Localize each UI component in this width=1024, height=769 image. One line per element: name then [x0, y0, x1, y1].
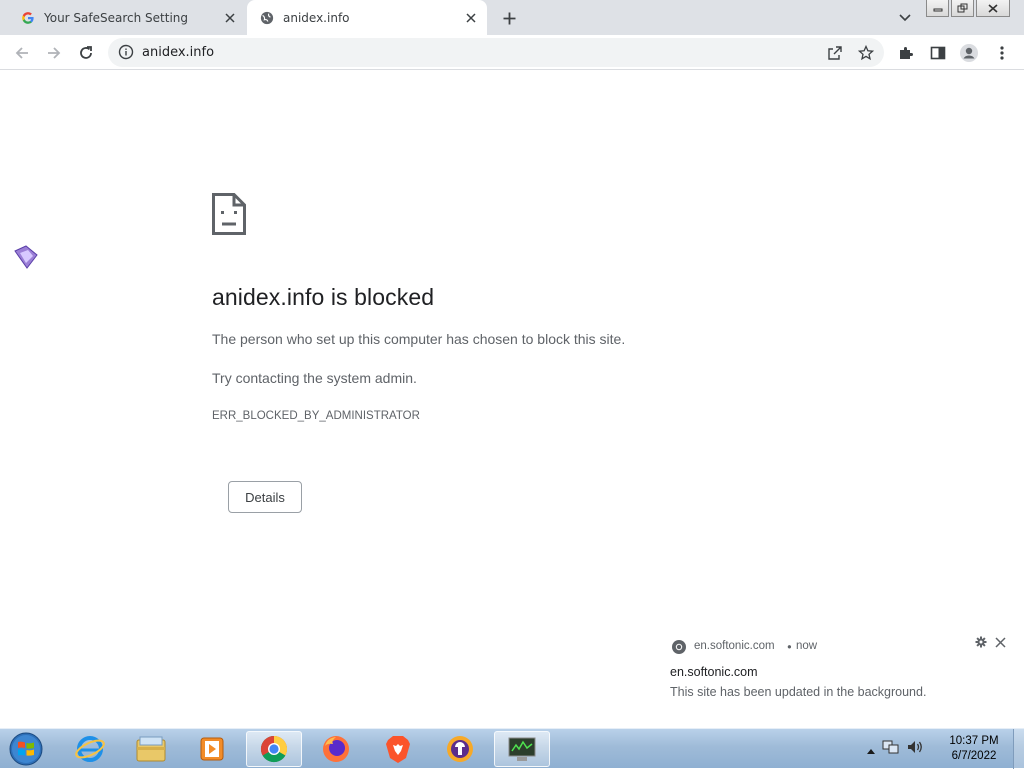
chrome-small-icon: [671, 639, 687, 655]
close-icon[interactable]: [995, 633, 1009, 648]
clock-date: 6/7/2022: [951, 750, 997, 762]
system-monitor-icon[interactable]: [494, 731, 550, 767]
error-message: The person who set up this computer has …: [212, 331, 626, 347]
url-text: anidex.info: [142, 45, 215, 60]
globe-icon: [259, 10, 275, 26]
close-tab-icon[interactable]: [461, 8, 481, 28]
error-title: anidex.info is blocked: [212, 284, 435, 310]
notification-body: This site has been updated in the backgr…: [670, 685, 927, 699]
notification-toast[interactable]: en.softonic.com • now en.softonic.com Th…: [656, 630, 1022, 726]
volume-icon[interactable]: [906, 739, 924, 759]
new-tab-button[interactable]: [497, 7, 521, 29]
network-icon[interactable]: [882, 739, 900, 759]
desktop-gadget-icon: [14, 245, 38, 269]
taskbar-clock[interactable]: 10:37 PM 6/7/2022: [944, 734, 1004, 764]
bookmark-star-icon[interactable]: [855, 42, 877, 64]
gear-icon[interactable]: [975, 633, 989, 648]
address-bar[interactable]: anidex.info: [108, 38, 884, 67]
error-suggestion: Try contacting the system admin.: [212, 370, 417, 386]
back-button[interactable]: [8, 39, 36, 67]
vpn-shield-icon[interactable]: [432, 731, 488, 767]
windows-taskbar: 10:37 PM 6/7/2022: [0, 728, 1024, 769]
notification-time: now: [796, 640, 818, 652]
notification-source: en.softonic.com: [694, 640, 775, 652]
menu-kebab-icon[interactable]: [988, 39, 1016, 67]
show-desktop-button[interactable]: [1013, 729, 1024, 769]
window-controls: [926, 0, 1010, 18]
tab-strip: Your SafeSearch Setting anidex.info: [0, 0, 1024, 35]
browser-toolbar: anidex.info: [0, 35, 1024, 70]
chrome-icon[interactable]: [246, 731, 302, 767]
internet-explorer-icon[interactable]: [62, 731, 118, 767]
start-button[interactable]: [4, 731, 48, 767]
google-g-icon: [20, 10, 36, 26]
close-tab-icon[interactable]: [220, 8, 240, 28]
brave-icon[interactable]: [370, 731, 426, 767]
window-close-button[interactable]: [976, 0, 1010, 17]
clock-time: 10:37 PM: [949, 735, 999, 747]
tab-search-button[interactable]: [893, 7, 917, 29]
extensions-puzzle-icon[interactable]: [892, 39, 920, 67]
blocked-page-icon: [212, 193, 246, 235]
tab-anidex[interactable]: anidex.info: [247, 0, 487, 35]
site-info-icon[interactable]: [118, 44, 134, 60]
side-panel-icon[interactable]: [924, 39, 952, 67]
media-player-icon[interactable]: [184, 731, 240, 767]
notification-separator: •: [786, 640, 793, 654]
tab-title: anidex.info: [283, 10, 350, 25]
file-explorer-icon[interactable]: [123, 731, 179, 767]
minimize-button[interactable]: [926, 0, 949, 17]
restore-button[interactable]: [951, 0, 974, 17]
system-tray: [866, 729, 924, 769]
share-icon[interactable]: [824, 42, 846, 64]
notification-title: en.softonic.com: [670, 665, 758, 679]
forward-button[interactable]: [40, 39, 68, 67]
show-hidden-icons-icon[interactable]: [866, 740, 876, 759]
reload-button[interactable]: [72, 39, 100, 67]
profile-avatar-icon[interactable]: [955, 39, 983, 67]
firefox-icon[interactable]: [308, 731, 364, 767]
tab-safesearch[interactable]: Your SafeSearch Setting: [8, 0, 246, 35]
tab-title: Your SafeSearch Setting: [44, 10, 189, 25]
details-button[interactable]: Details: [228, 481, 302, 513]
error-code: ERR_BLOCKED_BY_ADMINISTRATOR: [212, 410, 420, 422]
